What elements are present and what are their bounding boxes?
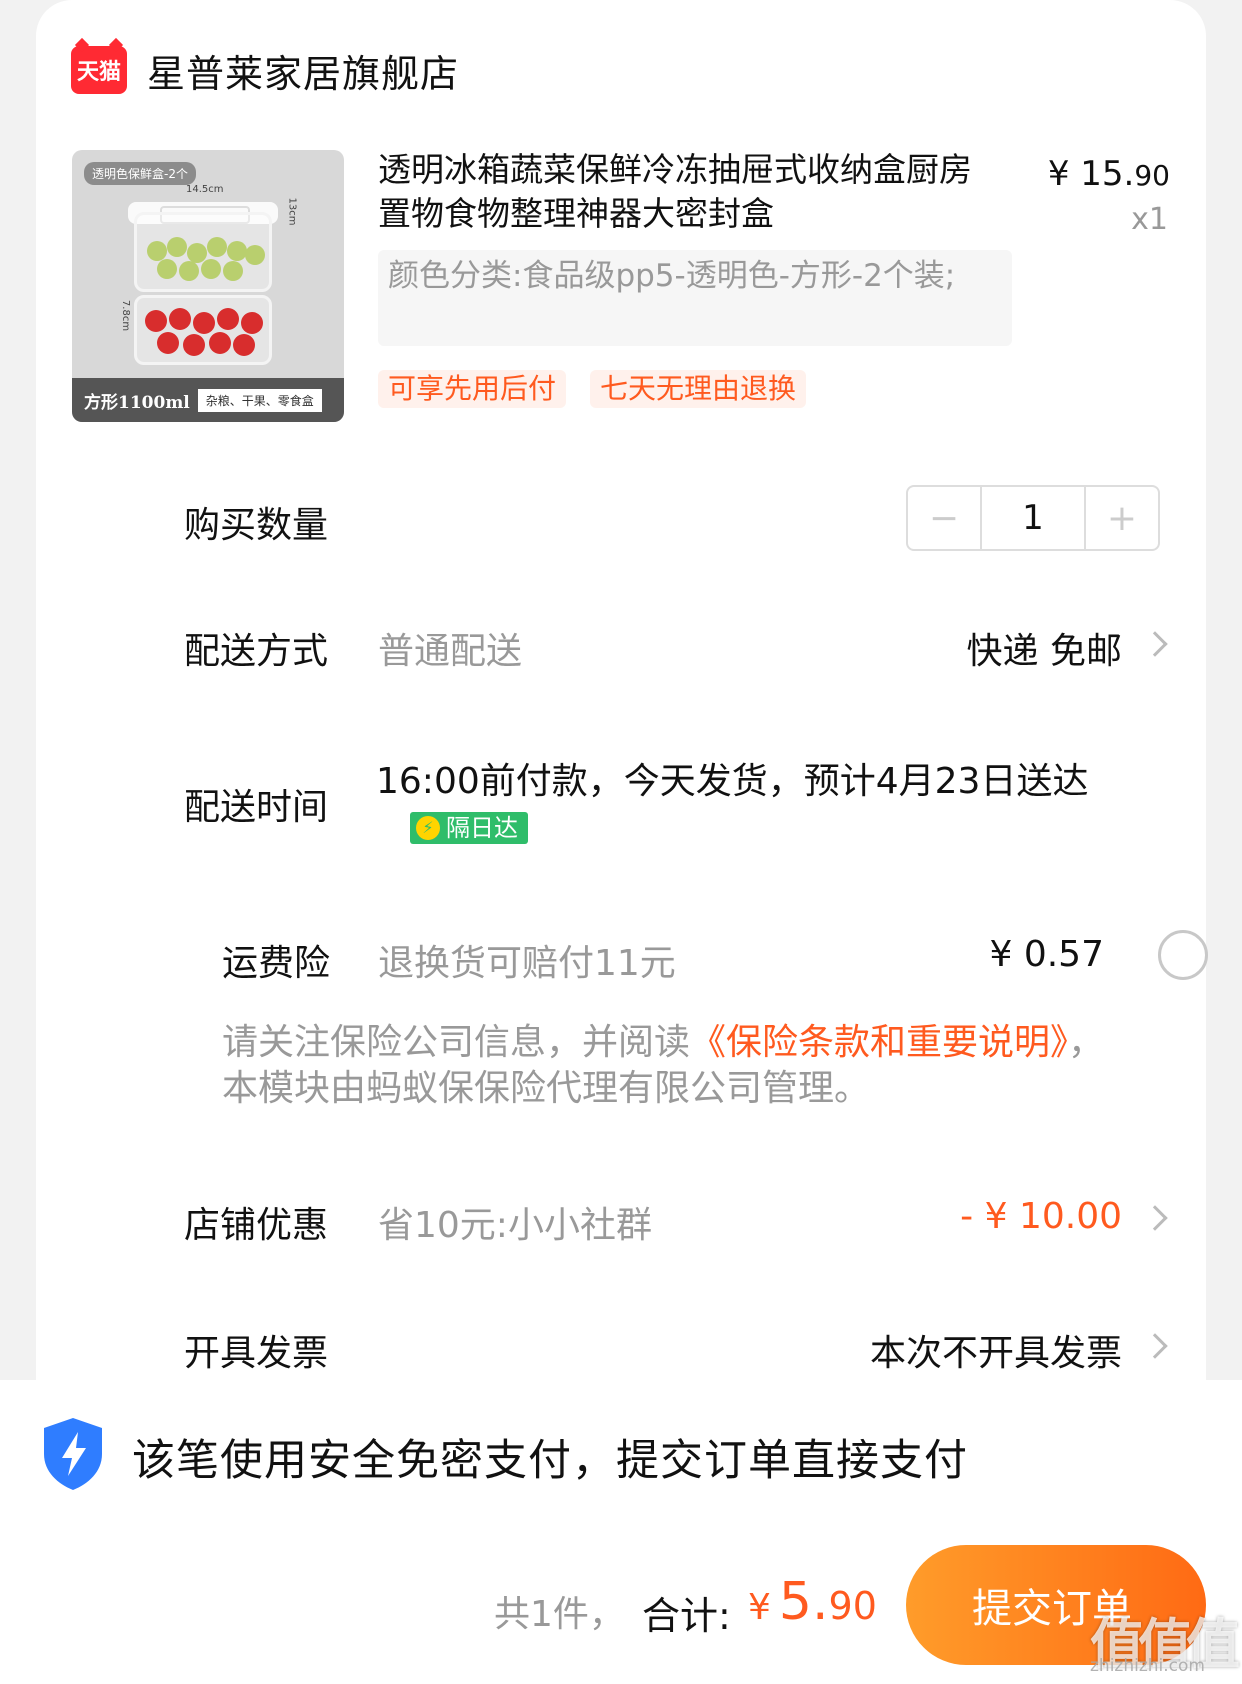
order-card: 天猫 星普莱家居旗舰店 透明色保鲜盒-2个 14.5cm 13cm 7.8cm … [36,0,1208,1400]
quantity-plus-button[interactable]: + [1086,487,1158,549]
shop-header[interactable]: 天猫 星普莱家居旗舰店 [71,42,459,98]
insurance-notice-prefix: 请关注保险公司信息，并阅读 [222,1022,691,1063]
delivery-label: 配送方式 [184,631,329,672]
shipping-insurance-price: ¥ 0.57 [989,934,1104,975]
dimension-height-top: 13cm [286,197,298,226]
quantity-stepper[interactable]: − 1 + [906,485,1160,551]
tag-seven-day-return: 七天无理由退换 [590,370,807,408]
shop-name[interactable]: 星普莱家居旗舰店 [147,43,459,98]
secure-payment-text: 该笔使用安全免密支付，提交订单直接支付 [132,1436,968,1486]
next-day-badge: ⚡ 隔日达 [410,812,528,844]
invoice-value[interactable]: 本次不开具发票 [870,1324,1122,1376]
dimension-width: 14.5cm [186,184,224,195]
quantity-label: 购买数量 [184,505,329,546]
shop-discount-chevron-icon[interactable] [1142,1205,1168,1231]
price-int: 15. [1080,154,1135,194]
invoice-label: 开具发票 [184,1333,329,1374]
product-sku[interactable]: 颜色分类:食品级pp5-透明色-方形-2个装; [378,250,1012,346]
insurance-terms-link[interactable]: 《保险条款和重要说明》 [690,1022,1068,1063]
watermark-url: zhizhizhi.com [1090,1656,1205,1676]
shipping-insurance-label: 运费险 [222,943,331,984]
product-image-tag: 透明色保鲜盒-2个 [84,162,196,185]
invoice-chevron-icon[interactable] [1142,1333,1168,1359]
insurance-notice: 请关注保险公司信息，并阅读《保险条款和重要说明》，本模块由蚂蚁保保险代理有限公司… [222,1020,1122,1112]
bottom-bar: 该笔使用安全免密支付，提交订单直接支付 共1件， 合计: ¥5.90 提交订单 [0,1380,1242,1684]
item-count: 共1件， [494,1594,625,1635]
product-title[interactable]: 透明冰箱蔬菜保鲜冷冻抽屉式收纳盒厨房置物食物整理神器大密封盒 [378,148,998,236]
total-label: 合计: [642,1594,731,1638]
delivery-method: 普通配送 [378,631,523,672]
product-price: ¥ 15.90 [1048,154,1170,194]
quantity-value[interactable]: 1 [980,487,1086,549]
price-symbol: ¥ [1047,154,1070,194]
price-dec: 90 [1134,159,1170,192]
container-bottom [134,295,272,365]
dimension-height-bottom: 7.8cm [120,299,132,332]
total-dec: 90 [828,1584,877,1628]
shipping-insurance-radio[interactable] [1158,930,1208,980]
total-price: ¥5.90 [748,1572,877,1632]
delivery-time-label: 配送时间 [184,787,329,828]
shop-discount-label: 店铺优惠 [184,1205,329,1246]
total-int: 5. [778,1572,829,1632]
shop-discount-value[interactable]: - ¥ 10.00 [960,1196,1122,1237]
delivery-chevron-icon[interactable] [1142,631,1168,657]
product-quantity: x1 [1131,202,1168,237]
shipping-insurance-desc: 退换货可赔付11元 [378,943,676,984]
product-image-footer: 方形1100ml 杂粮、干果、零食盒 [72,378,344,422]
total-currency: ¥ [748,1587,771,1628]
container-top [134,212,272,292]
shield-icon [44,1418,102,1490]
delivery-time-text: 16:00前付款，今天发货，预计4月23日送达 [376,761,1089,802]
product-image-footer-sub: 杂粮、干果、零食盒 [197,388,322,412]
tmall-logo: 天猫 [71,46,127,94]
delivery-value[interactable]: 快递 免邮 [967,622,1122,674]
quantity-minus-button[interactable]: − [908,487,980,549]
lightning-icon: ⚡ [416,816,440,840]
next-day-badge-text: 隔日达 [446,814,518,842]
tag-pay-later: 可享先用后付 [378,370,567,408]
shop-discount-desc: 省10元:小小社群 [378,1205,652,1246]
product-image-footer-main: 方形1100ml [84,392,190,413]
product-image[interactable]: 透明色保鲜盒-2个 14.5cm 13cm 7.8cm 方形1100ml 杂粮、… [72,150,344,422]
